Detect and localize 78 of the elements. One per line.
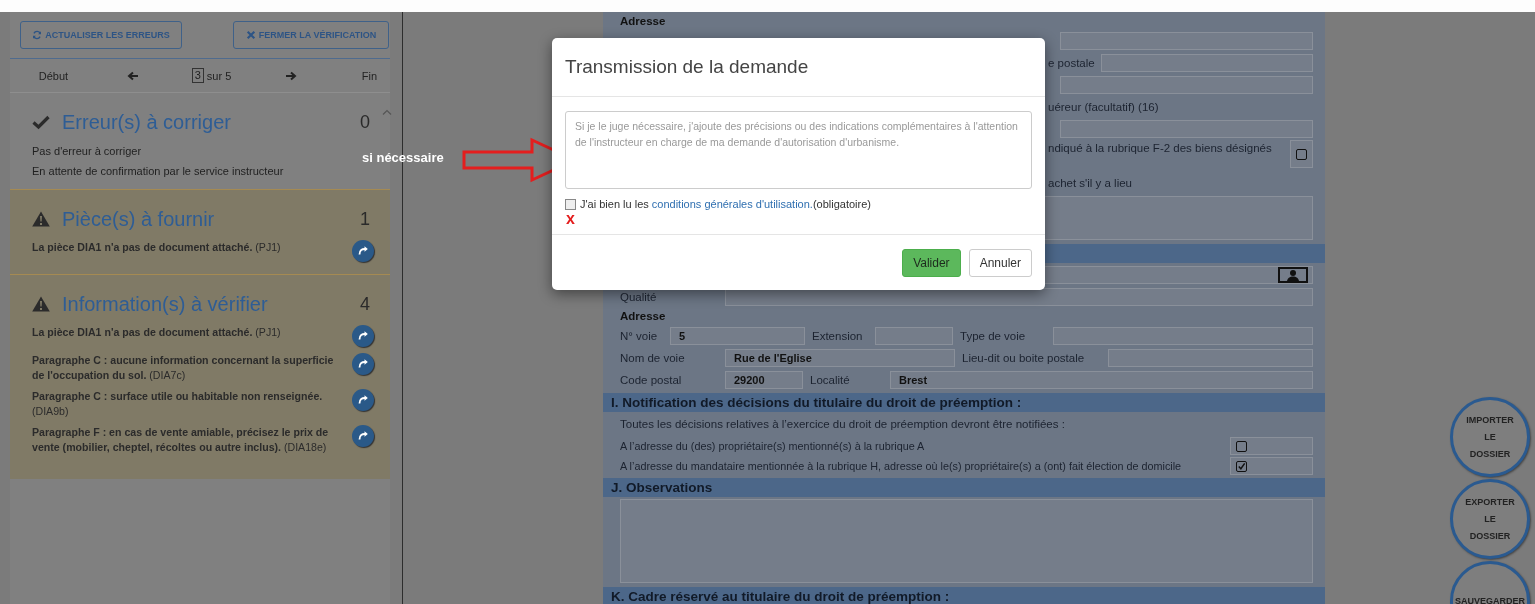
- page-total: sur 5: [206, 69, 232, 82]
- input-field[interactable]: [1053, 327, 1313, 345]
- first-link[interactable]: Début: [38, 69, 69, 82]
- refresh-icon: [32, 30, 43, 40]
- subheading: Adresse: [620, 310, 666, 322]
- dialog-title: Transmission de la demande: [565, 56, 809, 78]
- option-label: A l’adresse du mandataire mentionnée à la rubrique H, adresse où le(s) propriétaire(s) a (ont) fait élection de domicile: [620, 460, 1183, 472]
- annotation-mark: x: [566, 213, 575, 224]
- go-to-button[interactable]: [352, 389, 374, 411]
- last-link[interactable]: Fin: [361, 69, 378, 82]
- arrow-right-icon[interactable]: [284, 70, 297, 81]
- field-label: N° voie: [620, 330, 659, 342]
- input-field[interactable]: 5: [670, 327, 805, 345]
- field-label: Localité: [809, 374, 851, 386]
- input-field[interactable]: [1060, 76, 1313, 94]
- section-heading: J. Observations: [611, 480, 713, 495]
- field-label: ndiqué à la rubrique F-2 des biens désignés: [1048, 142, 1273, 154]
- action-button[interactable]: EXPORTER LE DOSSIER: [1450, 479, 1530, 559]
- action-button[interactable]: IMPORTER LE DOSSIER: [1450, 397, 1530, 477]
- arrow-icon: [357, 394, 369, 406]
- dialog-button[interactable]: Valider: [902, 248, 961, 277]
- subheading: Adresse: [620, 15, 666, 27]
- input-field[interactable]: [1060, 32, 1313, 50]
- section-heading: I. Notification des décisions du titulaire du droit de préemption :: [611, 395, 1022, 410]
- issue-text: Paragraphe C : surface utile ou habitable non renseignée. (DIA9b): [32, 389, 324, 419]
- input-field[interactable]: [1108, 349, 1313, 367]
- warning-icon: [32, 296, 50, 312]
- field-label: uéreur (facultatif) (16): [1048, 101, 1159, 113]
- field-label: Nom de voie: [620, 352, 686, 364]
- checkbox[interactable]: [1296, 148, 1307, 160]
- checkbox[interactable]: [1236, 440, 1247, 452]
- field-label: e postale: [1048, 57, 1095, 69]
- issue-text: La pièce DIA1 n'a pas de document attaché. (PJ1): [32, 325, 282, 340]
- field-label: Extension: [811, 330, 864, 342]
- issue-text: La pièce DIA1 n'a pas de document attaché. (PJ1): [32, 240, 282, 255]
- terms-link[interactable]: conditions générales d'utilisation.: [651, 198, 813, 210]
- section-count: 1: [360, 208, 370, 230]
- input-field[interactable]: [725, 288, 1313, 306]
- input-field[interactable]: [1100, 54, 1313, 72]
- go-to-button[interactable]: [352, 353, 374, 375]
- section-heading: K. Cadre réservé au titulaire du droit de préemption :: [611, 589, 950, 604]
- arrow-icon: [357, 330, 369, 342]
- comment-field[interactable]: Si je le juge nécessaire, j'ajoute des précisions ou des indications complémentaires à l'attention de l'instructeur en charge de ma demande d'autorisation d'urbanisme.: [565, 111, 1032, 189]
- checkbox[interactable]: [565, 198, 576, 210]
- go-to-button[interactable]: [352, 425, 374, 447]
- input-field[interactable]: Brest: [890, 371, 1313, 389]
- go-to-button[interactable]: [352, 240, 374, 262]
- arrow-icon: [357, 358, 369, 370]
- status-text: Pas d'erreur à corriger: [32, 145, 143, 157]
- agreement-text: J'ai bien lu les conditions générales d'utilisation.(obligatoire): [580, 198, 871, 210]
- field-label: Lieu-dit ou boite postale: [961, 352, 1086, 364]
- field-label: Code postal: [620, 374, 683, 386]
- input-field[interactable]: [875, 327, 953, 345]
- go-to-button[interactable]: [352, 325, 374, 347]
- arrow-icon: [357, 430, 369, 442]
- option-label: A l’adresse du (des) propriétaire(s) mentionné(s) à la rubrique A: [620, 440, 926, 452]
- status-text: En attente de confirmation par le service instructeur: [32, 165, 285, 177]
- input-field[interactable]: 29200: [725, 371, 803, 389]
- person-icon: [1278, 267, 1308, 283]
- issue-text: Paragraphe C : aucune information concernant la superficie de l'occupation du sol. (DIA7c): [32, 353, 335, 383]
- field-label: Type de voie: [959, 330, 1027, 342]
- action-button[interactable]: SAUVEGARDER: [1450, 561, 1530, 604]
- page-input[interactable]: 3: [191, 68, 204, 83]
- input-field[interactable]: [1060, 120, 1313, 138]
- arrow-icon: [357, 245, 369, 257]
- arrow-left-icon[interactable]: [126, 70, 139, 81]
- issue-text: Paragraphe F : en cas de vente amiable, précisez le prix de vente (mobilier, cheptel, récoltes ou autre inclus). (DIA18e): [32, 425, 330, 455]
- dialog-button[interactable]: Annuler: [968, 248, 1032, 277]
- close-icon: [245, 30, 256, 40]
- check-icon: [32, 114, 50, 130]
- section-count: 4: [360, 293, 370, 315]
- section-count: 0: [360, 111, 370, 133]
- warning-icon: [32, 211, 50, 227]
- field-label: Qualité: [620, 291, 658, 303]
- input-field[interactable]: Rue de l'Eglise: [725, 349, 955, 367]
- instruction-text: Toutes les décisions relatives à l’exercice du droit de préemption devront être notifiées :: [620, 418, 1065, 430]
- field-label: achet s'il y a lieu: [1048, 177, 1132, 189]
- checkbox[interactable]: [1236, 460, 1247, 472]
